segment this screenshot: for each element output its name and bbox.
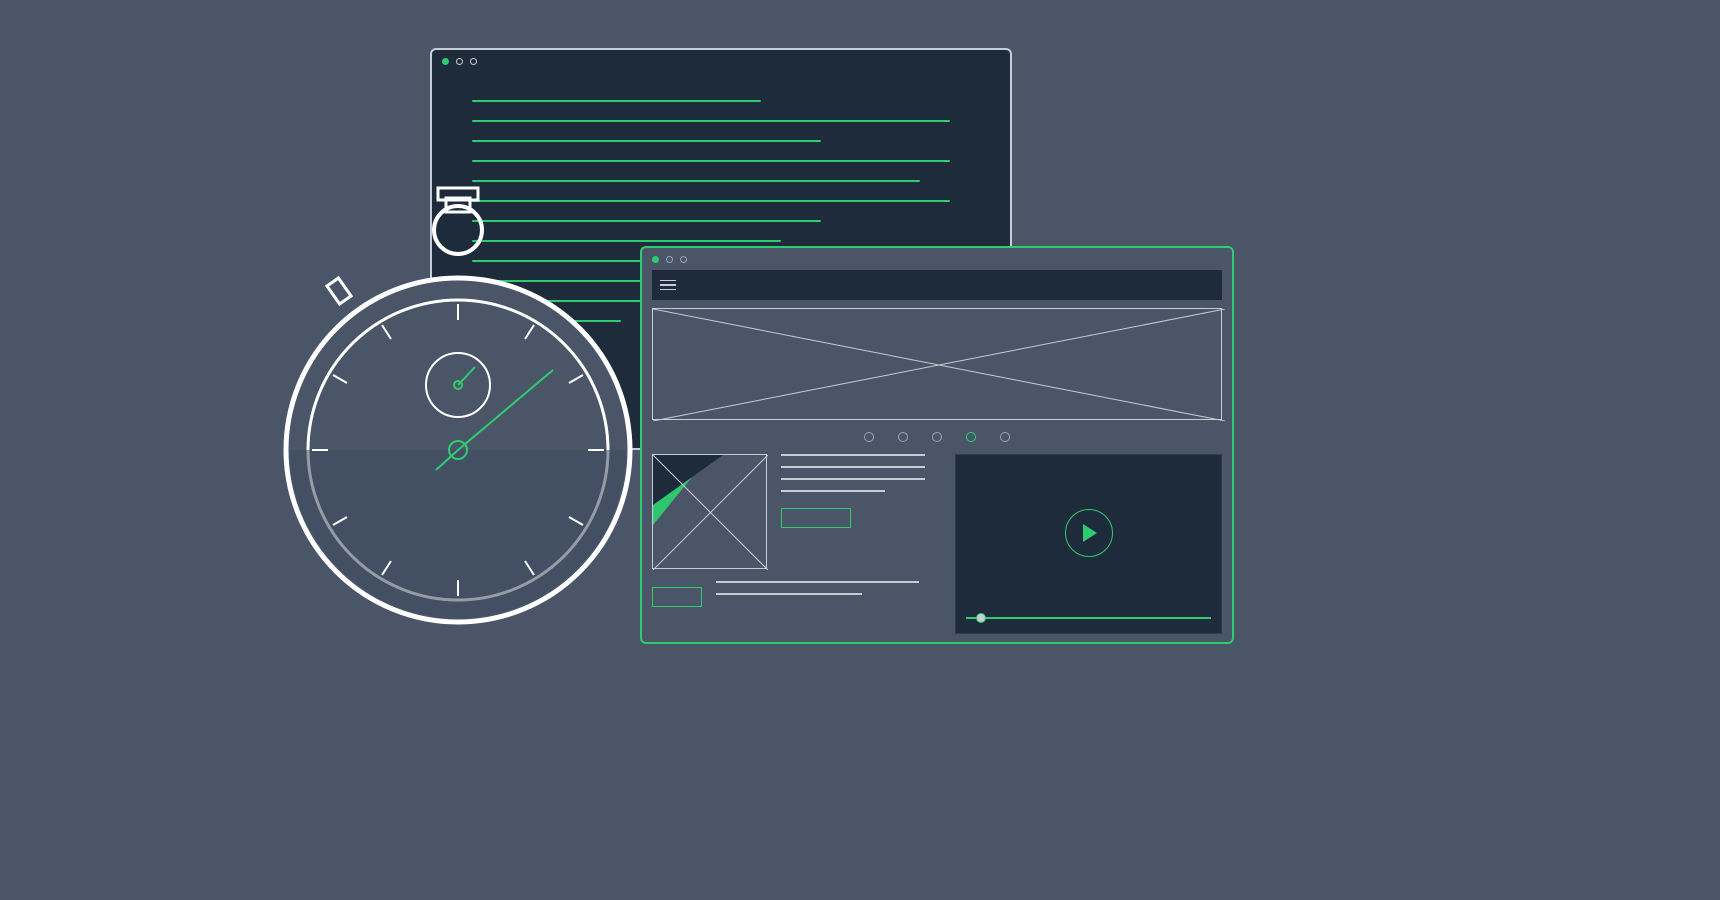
- code-line: [472, 120, 950, 122]
- text-line: [781, 466, 925, 468]
- progress-knob-icon: [976, 613, 986, 623]
- carousel-dot: [898, 432, 908, 442]
- code-line: [472, 160, 950, 162]
- wireframe-button: [652, 587, 702, 607]
- stopwatch-icon: [278, 170, 638, 650]
- text-line: [781, 478, 925, 480]
- text-line: [716, 581, 919, 583]
- traffic-light-zoom-icon: [470, 58, 477, 65]
- illustration-stage: [0, 0, 1720, 900]
- traffic-light-close-icon: [652, 256, 659, 263]
- traffic-light-zoom-icon: [680, 256, 687, 263]
- code-line: [472, 140, 821, 142]
- hamburger-menu-icon: [660, 280, 676, 291]
- text-line: [781, 490, 885, 492]
- play-icon: [1083, 524, 1097, 542]
- traffic-light-minimize-icon: [666, 256, 673, 263]
- code-line: [472, 100, 761, 102]
- browser-wireframe-window: [640, 246, 1234, 644]
- browser-toolbar: [652, 270, 1222, 300]
- text-line: [781, 454, 925, 456]
- text-block: [781, 454, 941, 569]
- traffic-light-close-icon: [442, 58, 449, 65]
- video-progress-bar: [966, 617, 1211, 619]
- text-line: [716, 593, 862, 595]
- image-thumbnail-placeholder: [652, 454, 767, 569]
- content-columns: [652, 454, 1222, 634]
- traffic-light-minimize-icon: [456, 58, 463, 65]
- hero-image-placeholder: [652, 308, 1222, 420]
- carousel-dot-active: [966, 432, 976, 442]
- carousel-dot: [932, 432, 942, 442]
- carousel-dot: [1000, 432, 1010, 442]
- carousel-dot: [864, 432, 874, 442]
- left-column: [652, 454, 941, 634]
- play-button-icon: [1065, 509, 1113, 557]
- browser-window-titlebar: [642, 248, 1232, 270]
- carousel-indicators: [642, 432, 1232, 442]
- wireframe-button: [781, 508, 851, 528]
- code-window-titlebar: [432, 50, 1010, 72]
- video-player-placeholder: [955, 454, 1222, 634]
